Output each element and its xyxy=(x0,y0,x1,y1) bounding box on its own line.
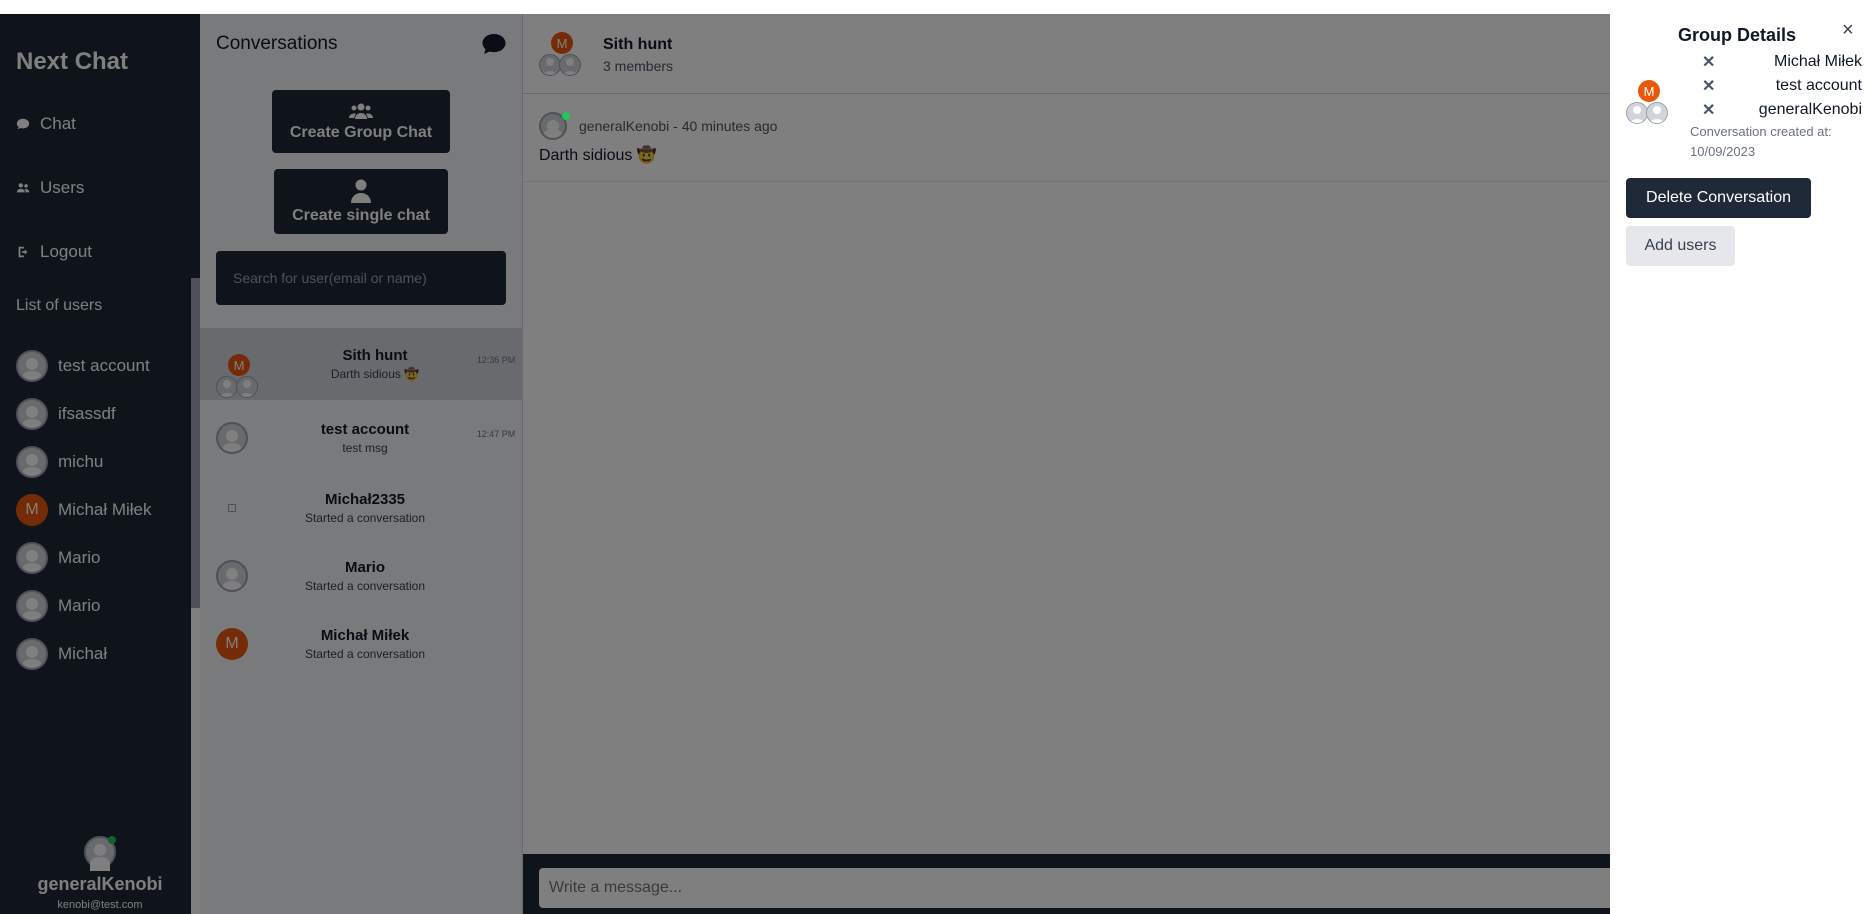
remove-member-icon[interactable]: ✕ xyxy=(1702,52,1715,72)
group-avatar: M xyxy=(1626,80,1670,124)
delete-conversation-button[interactable]: Delete Conversation xyxy=(1626,178,1811,218)
drawer-title: Group Details xyxy=(1678,25,1797,45)
group-details-drawer: Group Details × M ✕ Michał Miłek ✕ test … xyxy=(1610,14,1866,914)
modal-backdrop[interactable] xyxy=(0,14,1866,914)
member-name: Michał Miłek xyxy=(1773,53,1862,70)
member-row: ✕ generalKenobi xyxy=(1690,99,1862,121)
member-name: generalKenobi xyxy=(1758,101,1862,118)
member-row: ✕ Michał Miłek xyxy=(1690,51,1862,73)
remove-member-icon[interactable]: ✕ xyxy=(1702,76,1715,96)
avatar xyxy=(1646,102,1668,124)
online-indicator xyxy=(562,112,570,120)
add-users-button[interactable]: Add users xyxy=(1626,226,1735,266)
remove-member-icon[interactable]: ✕ xyxy=(1702,100,1715,120)
member-name: test account xyxy=(1775,77,1862,94)
avatar: M xyxy=(1638,80,1660,102)
conversation-created: Conversation created at: 10/09/2023 xyxy=(1690,124,1832,159)
member-row: ✕ test account xyxy=(1690,75,1862,97)
app-window: Next Chat Chat Users Logout List of user… xyxy=(0,14,1866,914)
close-icon[interactable]: × xyxy=(1842,19,1854,42)
avatar xyxy=(1626,102,1648,124)
